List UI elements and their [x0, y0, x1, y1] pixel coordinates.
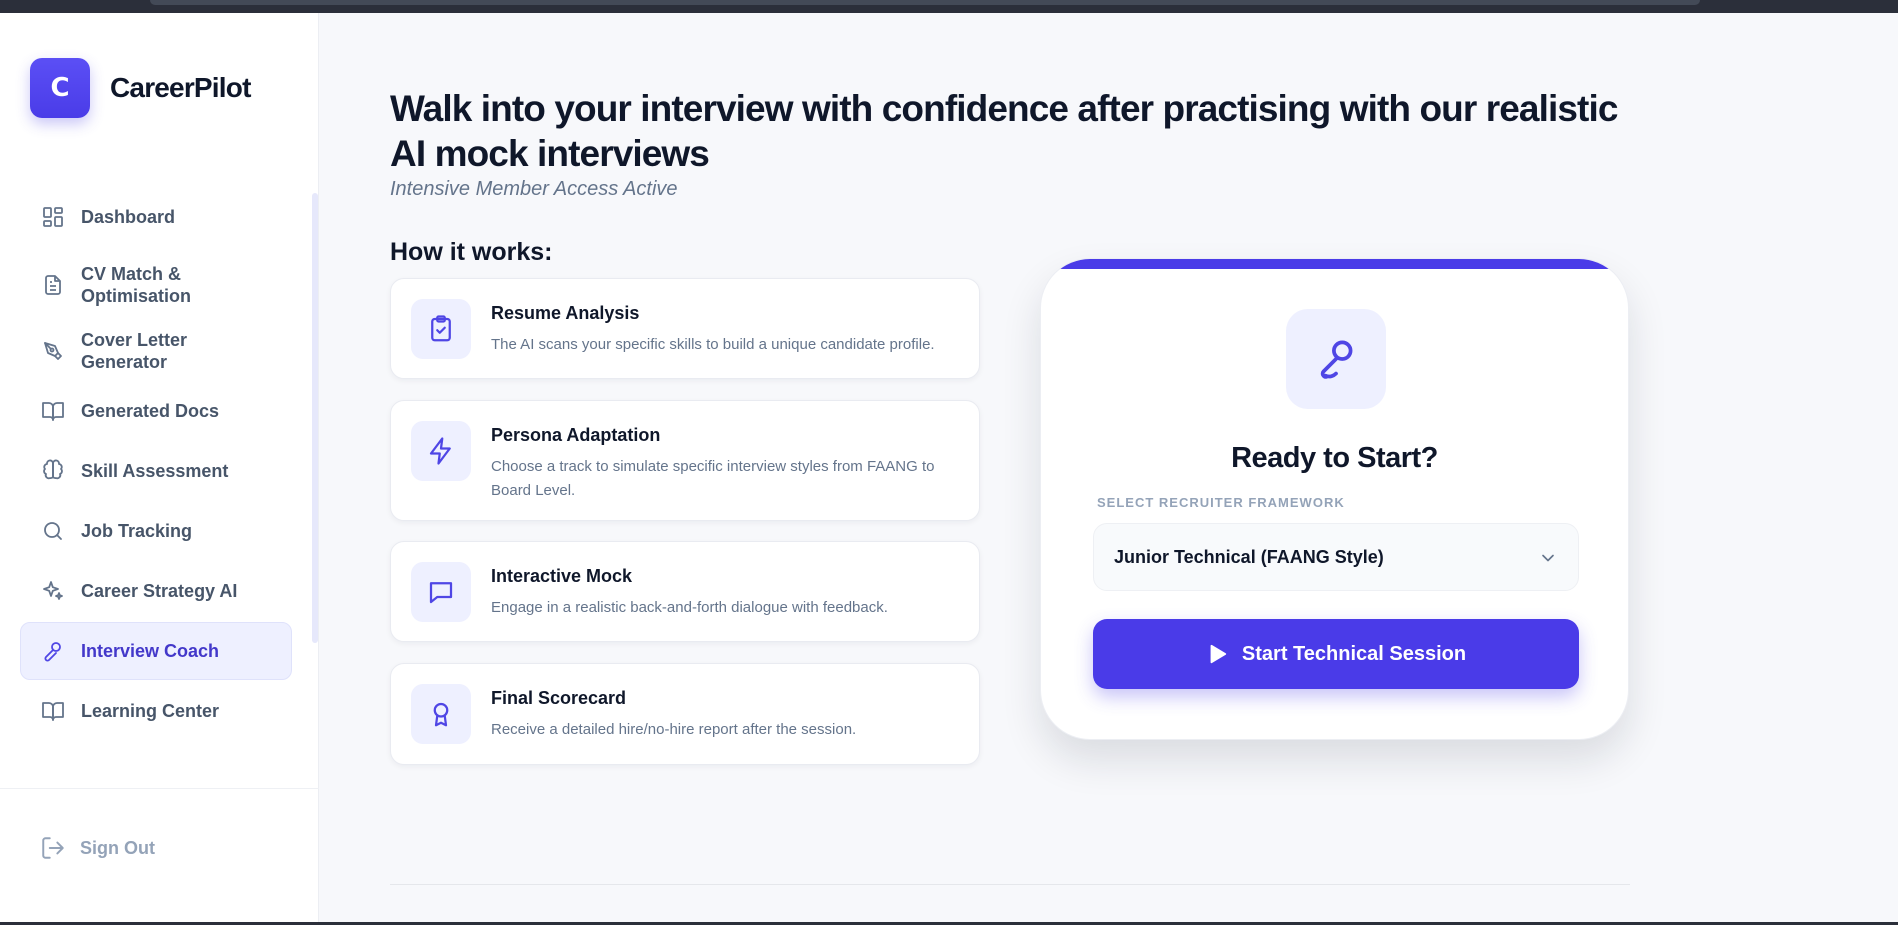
play-icon	[1210, 644, 1227, 664]
book-open-icon	[42, 702, 64, 721]
card-accent-bar	[1041, 259, 1628, 269]
sidebar-scrollbar[interactable]	[312, 193, 318, 643]
sidebar-item-label: Dashboard	[81, 207, 176, 227]
step-icon-box	[411, 684, 471, 744]
step-icon-box	[411, 421, 471, 481]
card-title: Ready to Start?	[1231, 442, 1438, 474]
content-divider	[390, 884, 1630, 885]
mic-icon-box	[1286, 309, 1386, 409]
brand[interactable]: C CareerPilot	[30, 58, 251, 118]
pen-nib-icon	[44, 342, 62, 360]
step-title: Final Scorecard	[491, 688, 627, 708]
step-description: Choose a track to simulate specific inte…	[491, 458, 935, 499]
step-description: Receive a detailed hire/no-hire report a…	[491, 721, 857, 738]
sidebar-divider	[0, 788, 319, 789]
sidebar-item-label: Skill Assessment	[81, 461, 229, 481]
step-description: Engage in a realistic back-and-forth dia…	[491, 599, 888, 616]
sidebar-item-job-tracking[interactable]: Job Tracking	[20, 502, 292, 560]
sidebar-item-skill-assessment[interactable]: Skill Assessment	[20, 442, 292, 500]
sidebar-item-learning-center[interactable]: Learning Center	[20, 682, 292, 740]
sidebar-item-dashboard[interactable]: Dashboard	[20, 188, 292, 246]
sidebar-item-label: Cover Letter Generator	[81, 330, 188, 372]
chevron-down-icon	[1542, 554, 1554, 562]
sidebar-item-label: Generated Docs	[81, 401, 220, 421]
page-headline: Walk into your interview with confidence…	[390, 88, 1618, 174]
step-title: Persona Adaptation	[491, 425, 661, 445]
sidebar-item-interview-coach[interactable]: Interview Coach	[20, 622, 292, 680]
document-icon	[45, 275, 61, 295]
framework-select[interactable]: Junior Technical (FAANG Style)	[1093, 523, 1579, 591]
dashboard-grid-icon	[43, 207, 63, 227]
start-session-button[interactable]: Start Technical Session	[1093, 619, 1579, 689]
sidebar-item-label: Job Tracking	[81, 521, 193, 541]
microphone-icon	[44, 642, 61, 662]
step-card-persona-adaptation: Persona Adaptation Choose a track to sim…	[390, 400, 980, 521]
sign-out-label: Sign Out	[80, 837, 155, 858]
sign-out-button[interactable]: Sign Out	[40, 835, 155, 861]
logout-icon	[42, 837, 64, 859]
browser-tab-strip	[150, 0, 1700, 5]
brand-logo: C	[30, 58, 90, 118]
framework-selected-value: Junior Technical (FAANG Style)	[1114, 546, 1384, 567]
award-ribbon-icon	[433, 702, 449, 727]
microphone-icon	[1320, 340, 1353, 379]
browser-top-bar	[0, 0, 1898, 13]
step-title: Interactive Mock	[491, 566, 633, 586]
start-session-card: Ready to Start? SELECT RECRUITER FRAMEWO…	[1040, 258, 1629, 740]
step-card-resume-analysis: Resume Analysis The AI scans your specif…	[390, 278, 980, 379]
step-card-interactive-mock: Interactive Mock Engage in a realistic b…	[390, 541, 980, 642]
start-session-label: Start Technical Session	[1241, 642, 1467, 665]
sidebar-item-label: Interview Coach	[81, 641, 220, 661]
sidebar-item-cover-letter[interactable]: Cover Letter Generator	[20, 322, 292, 380]
step-icon-box	[411, 562, 471, 622]
sidebar-nav: Dashboard CV Match & Optimisation Cover …	[20, 188, 292, 742]
sidebar: C CareerPilot Dashboard CV Match & Optim…	[0, 13, 319, 925]
step-description: The AI scans your specific skills to bui…	[491, 336, 935, 353]
sidebar-item-label: Learning Center	[81, 701, 220, 721]
search-icon	[44, 522, 62, 540]
sidebar-item-career-strategy[interactable]: Career Strategy AI	[20, 562, 292, 620]
sidebar-item-generated-docs[interactable]: Generated Docs	[20, 382, 292, 440]
sidebar-item-label: Career Strategy AI	[81, 581, 238, 601]
step-card-final-scorecard: Final Scorecard Receive a detailed hire/…	[390, 663, 980, 765]
sidebar-item-cv-match[interactable]: CV Match & Optimisation	[20, 248, 292, 322]
lightning-icon	[429, 437, 451, 465]
sparkles-icon	[43, 581, 63, 600]
chat-bubble-icon	[429, 582, 453, 604]
membership-status: Intensive Member Access Active	[390, 178, 678, 200]
brain-icon	[43, 459, 63, 480]
step-title: Resume Analysis	[491, 303, 640, 323]
step-icon-box	[411, 299, 471, 359]
sidebar-item-label: CV Match & Optimisation	[81, 264, 192, 306]
book-open-icon	[42, 402, 64, 421]
framework-select-label: SELECT RECRUITER FRAMEWORK	[1097, 495, 1345, 510]
brand-name: CareerPilot	[110, 72, 251, 103]
clipboard-check-icon	[431, 315, 451, 342]
how-it-works-title: How it works:	[390, 238, 553, 266]
